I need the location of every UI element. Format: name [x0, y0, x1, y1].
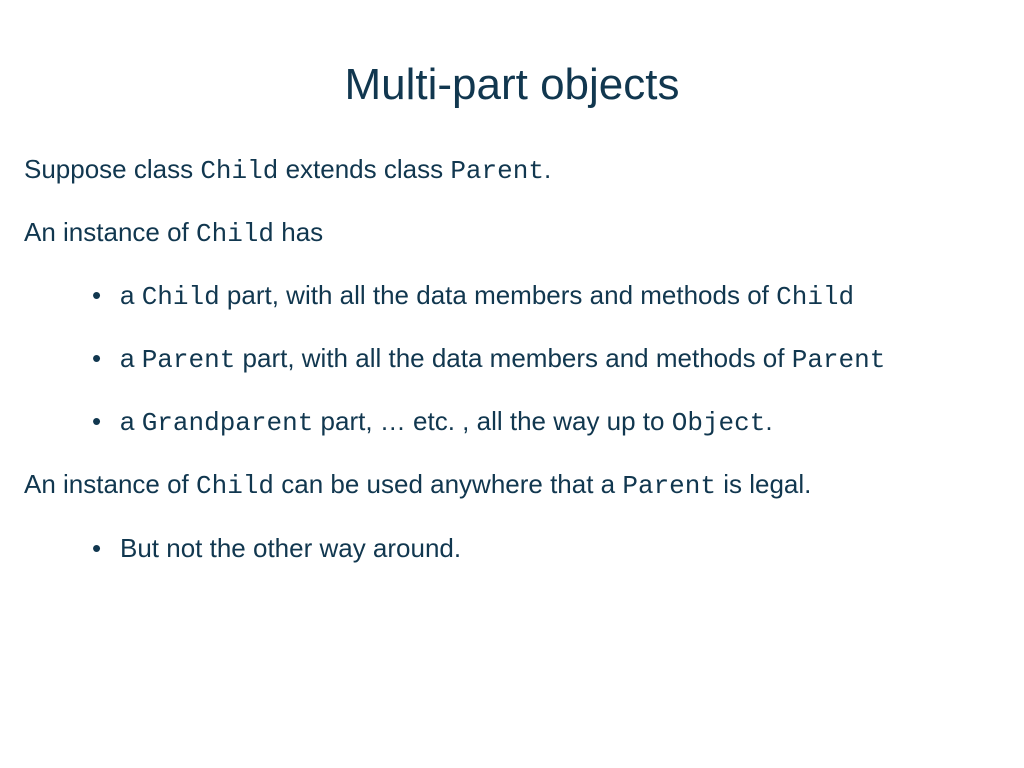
- code-parent: Parent: [142, 345, 236, 375]
- text: a: [120, 406, 142, 436]
- code-child: Child: [196, 471, 274, 501]
- text: has: [274, 217, 323, 247]
- code-child: Child: [196, 219, 274, 249]
- code-object: Object: [672, 408, 766, 438]
- code-parent: Parent: [792, 345, 886, 375]
- text: a: [120, 343, 142, 373]
- code-parent: Parent: [450, 156, 544, 186]
- paragraph-1: Suppose class Child extends class Parent…: [24, 152, 1000, 189]
- paragraph-2: An instance of Child has: [24, 215, 1000, 252]
- text: But not the other way around.: [120, 533, 461, 563]
- text: An instance of: [24, 217, 196, 247]
- text: part, with all the data members and meth…: [220, 280, 776, 310]
- paragraph-3: An instance of Child can be used anywher…: [24, 467, 1000, 504]
- code-child: Child: [142, 282, 220, 312]
- text: .: [544, 154, 551, 184]
- slide-title: Multi-part objects: [24, 60, 1000, 110]
- list-item: a Grandparent part, … etc. , all the way…: [92, 404, 1000, 441]
- code-parent: Parent: [622, 471, 716, 501]
- bullet-list-1: a Child part, with all the data members …: [24, 278, 1000, 441]
- list-item: a Parent part, with all the data members…: [92, 341, 1000, 378]
- text: An instance of: [24, 469, 196, 499]
- text: can be used anywhere that a: [274, 469, 622, 499]
- text: Suppose class: [24, 154, 200, 184]
- list-item: a Child part, with all the data members …: [92, 278, 1000, 315]
- text: is legal.: [716, 469, 811, 499]
- text: .: [765, 406, 772, 436]
- code-child: Child: [200, 156, 278, 186]
- text: extends class: [278, 154, 450, 184]
- code-grandparent: Grandparent: [142, 408, 314, 438]
- text: part, … etc. , all the way up to: [313, 406, 671, 436]
- bullet-list-2: But not the other way around.: [24, 531, 1000, 566]
- text: a: [120, 280, 142, 310]
- text: part, with all the data members and meth…: [235, 343, 791, 373]
- list-item: But not the other way around.: [92, 531, 1000, 566]
- code-child: Child: [776, 282, 854, 312]
